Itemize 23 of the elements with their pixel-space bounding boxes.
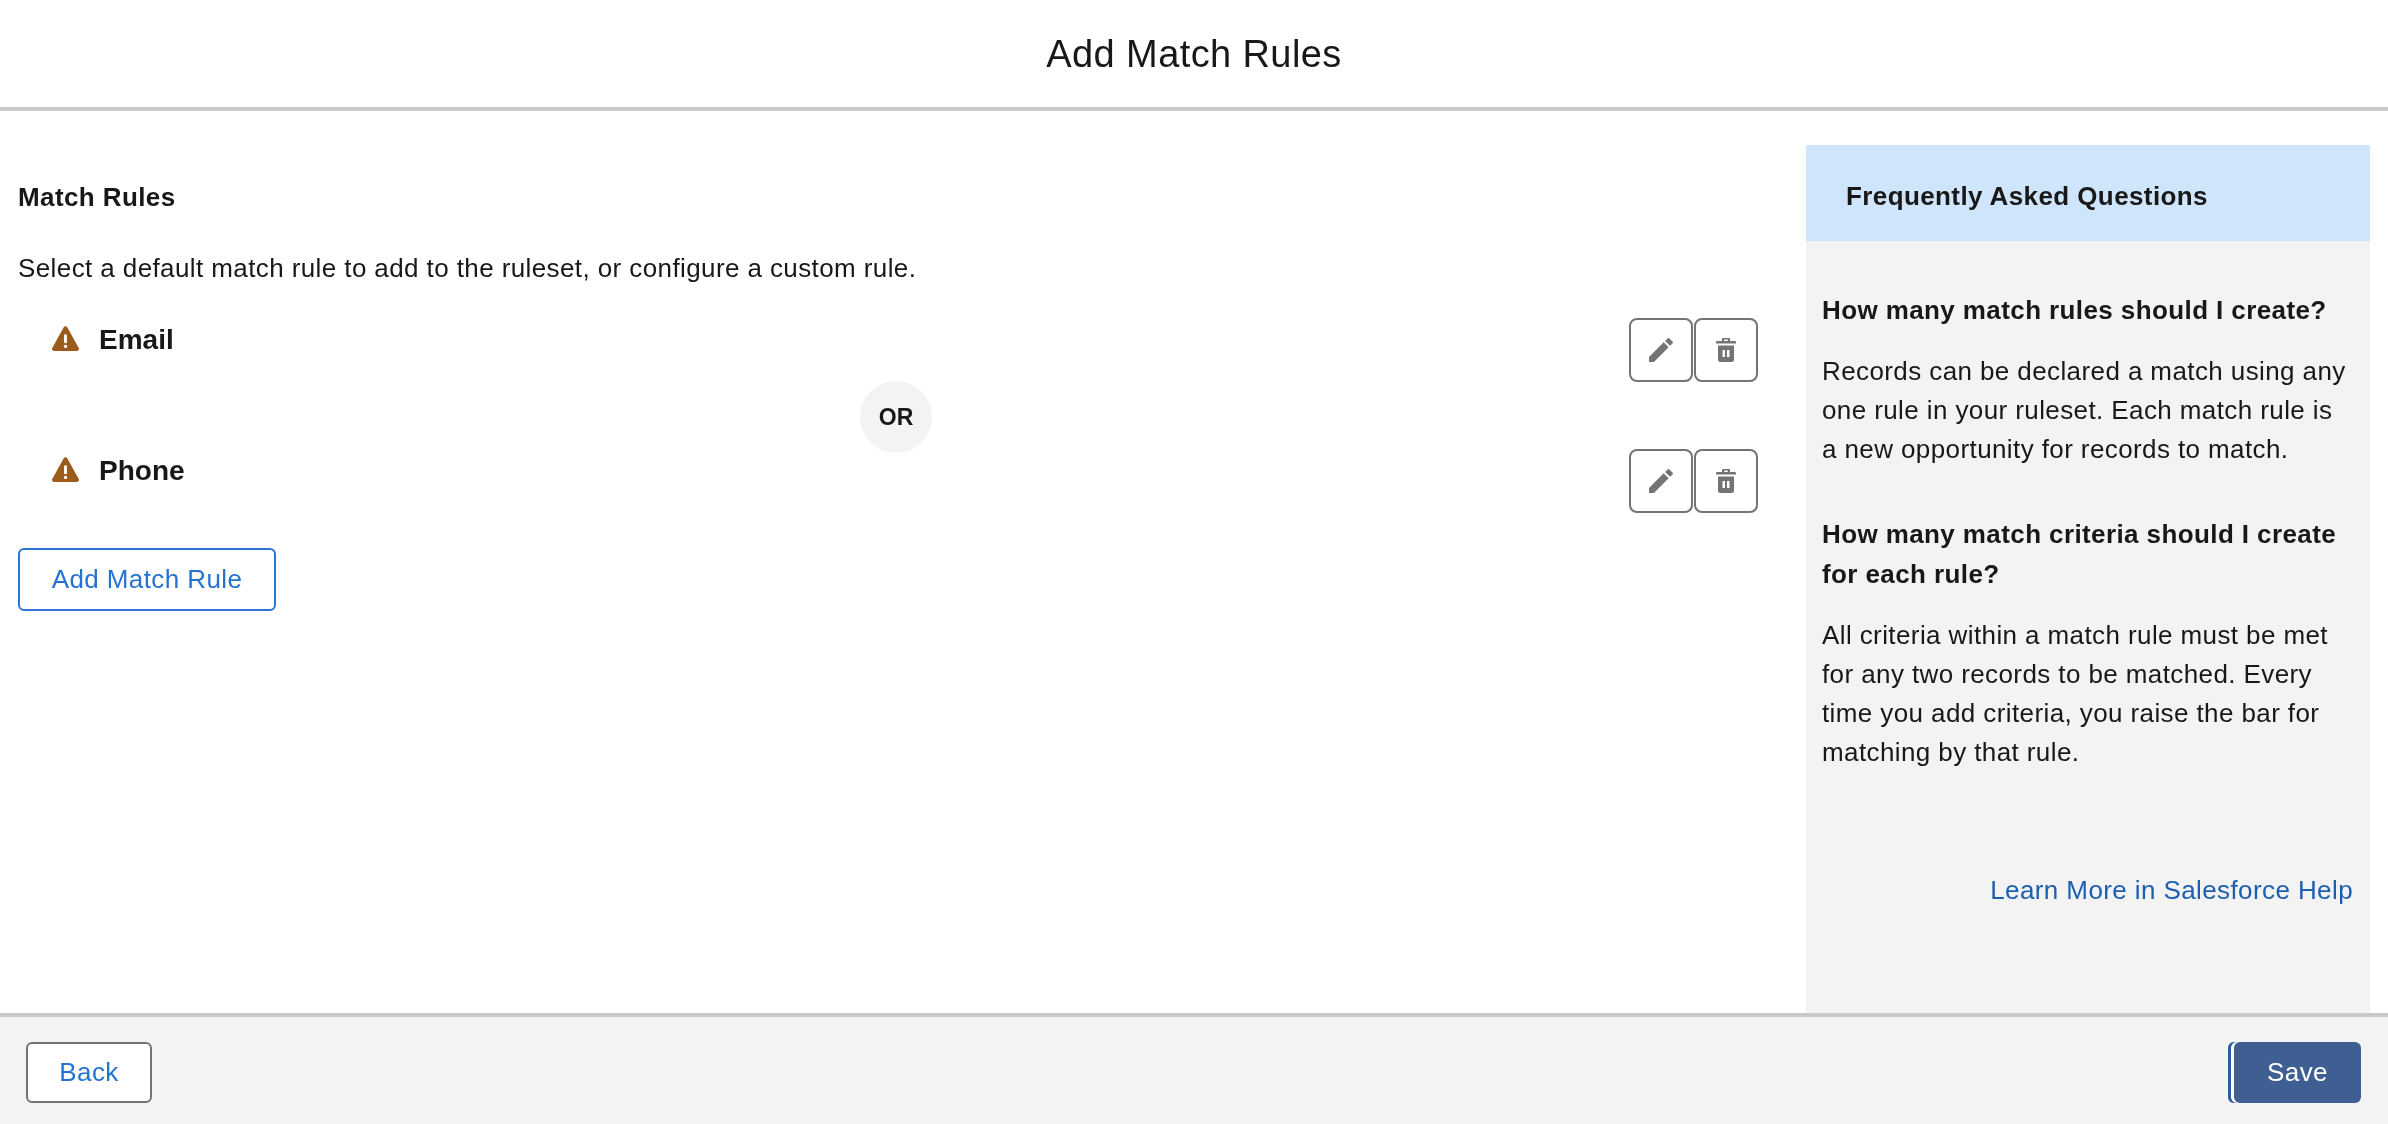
pencil-icon — [1649, 338, 1673, 362]
faq-title: Frequently Asked Questions — [1846, 182, 2208, 210]
edit-button[interactable] — [1629, 449, 1693, 513]
rule-name: Phone — [99, 455, 185, 487]
faq-answer: All criteria within a match rule must be met for any two records to be matched. Every time you add criteria, you raise the bar for matching by that rule. — [1822, 619, 2329, 769]
faq-question: How many match rules should I create? — [1822, 294, 2328, 327]
rule-name: Email — [99, 324, 174, 356]
faq-question: How many match criteria should I create for each rule? — [1822, 518, 2338, 591]
save-button[interactable]: Save — [2228, 1042, 2361, 1103]
section-description: Select a default match rule to add to the ruleset, or configure a custom rule. — [18, 254, 917, 282]
or-separator: OR — [860, 381, 932, 453]
edit-button[interactable] — [1629, 318, 1693, 382]
delete-button[interactable] — [1694, 449, 1758, 513]
back-button[interactable]: Back — [26, 1042, 152, 1103]
trash-icon — [1716, 469, 1736, 493]
pencil-icon — [1649, 469, 1673, 493]
page-title: Add Match Rules — [1046, 31, 1342, 76]
add-match-rule-button[interactable]: Add Match Rule — [18, 548, 276, 611]
help-link[interactable]: Learn More in Salesforce Help — [1990, 870, 2353, 910]
delete-button[interactable] — [1694, 318, 1758, 382]
trash-icon — [1716, 338, 1736, 362]
faq-answer: Records can be declared a match using any one rule in your ruleset. Each match rule is a new opportunity for records to match. — [1822, 355, 2347, 466]
section-heading: Match Rules — [18, 183, 176, 211]
